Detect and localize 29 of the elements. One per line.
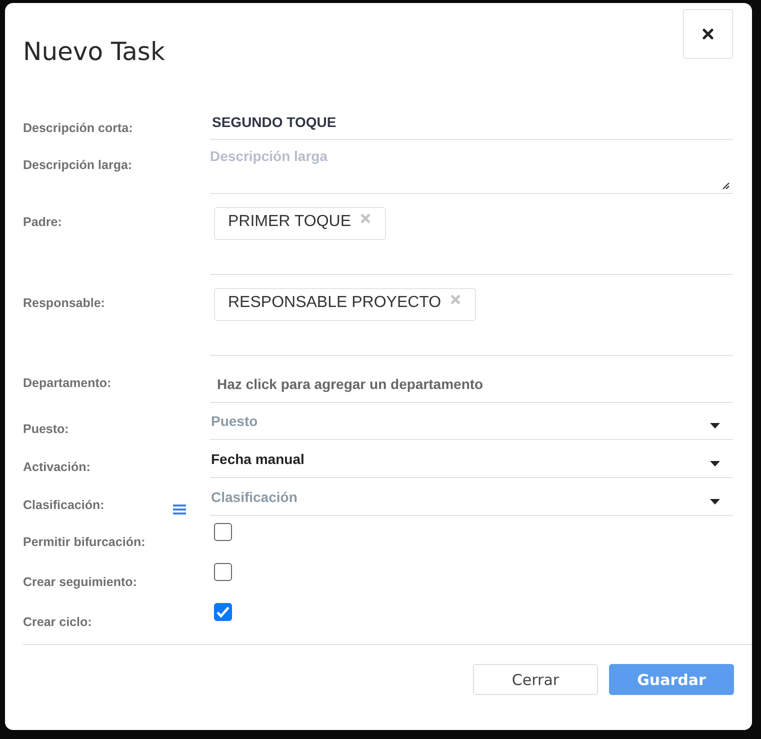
close-icon xyxy=(702,28,714,40)
menu-icon[interactable] xyxy=(173,504,186,515)
field-label: Departamento: xyxy=(23,376,112,390)
resize-handle-icon[interactable] xyxy=(721,181,730,190)
field-label: Descripción corta: xyxy=(23,121,133,135)
field-label: Activación: xyxy=(23,460,90,474)
dialog-title: Nuevo Task xyxy=(23,37,165,66)
field-label: Descripción larga: xyxy=(23,158,132,172)
checkbox[interactable] xyxy=(214,563,232,581)
field-label: Crear ciclo: xyxy=(23,615,92,629)
field-label: Clasificación: xyxy=(23,498,104,512)
field-label: Responsable: xyxy=(23,296,105,310)
select-field[interactable]: Fecha manual xyxy=(210,441,733,478)
checkbox[interactable] xyxy=(214,603,232,621)
field-label: Padre: xyxy=(23,215,62,229)
field-label: Permitir bifurcación: xyxy=(23,535,146,549)
close-dialog-button[interactable]: Cerrar xyxy=(473,664,598,695)
tag-label: PRIMER TOQUE xyxy=(228,213,351,231)
dropdown-caret-icon xyxy=(710,461,720,467)
field-label: Puesto: xyxy=(23,422,69,436)
dropdown-caret-icon xyxy=(710,499,720,505)
tag-label: RESPONSABLE PROYECTO xyxy=(228,294,442,312)
add-department-link[interactable]: Haz click para agregar un departamento xyxy=(210,357,484,392)
checkbox[interactable] xyxy=(214,523,232,541)
field-label: Crear seguimiento: xyxy=(23,575,137,589)
select-field[interactable]: Puesto xyxy=(210,403,733,440)
select-field[interactable]: Clasificación xyxy=(210,479,733,516)
close-button[interactable] xyxy=(683,9,733,59)
dropdown-caret-icon xyxy=(710,423,720,429)
